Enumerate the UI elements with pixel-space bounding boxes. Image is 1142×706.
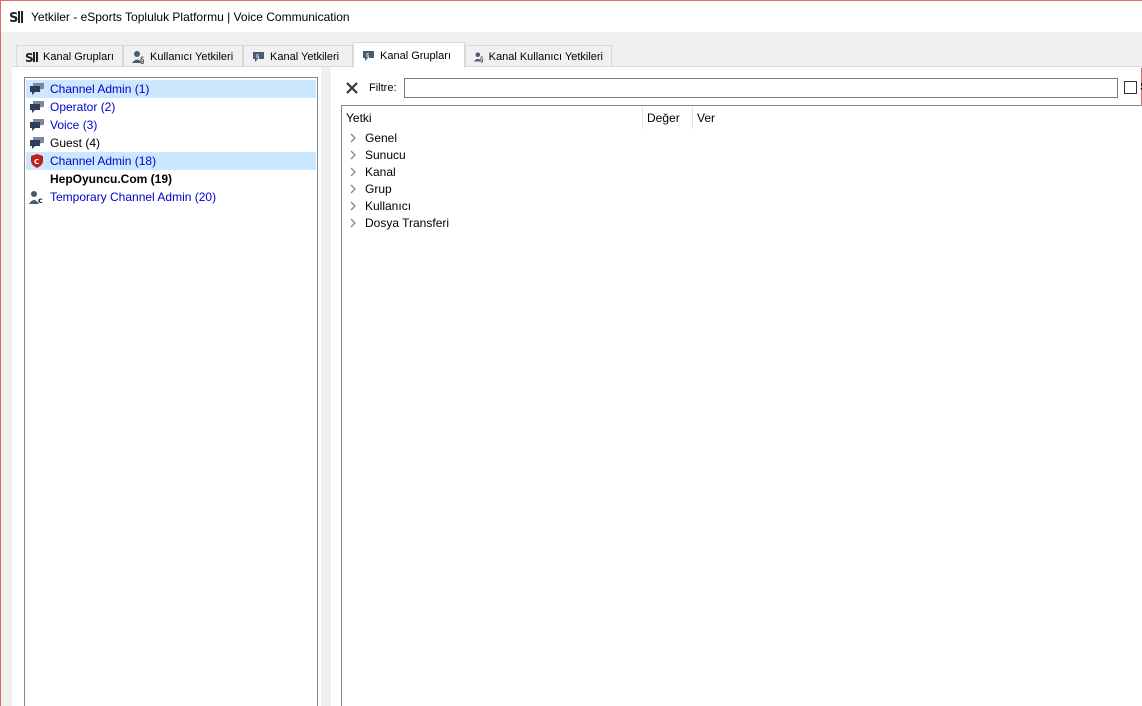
svg-text:§: § <box>480 55 484 63</box>
chat-bubbles-icon <box>30 101 44 113</box>
column-header-value[interactable]: Değer <box>643 106 693 129</box>
tab-server-groups[interactable]: S Kanal Grupları <box>16 45 123 67</box>
pane-splitter[interactable] <box>321 67 331 706</box>
tab-channel-client-permissions[interactable]: § Kanal Kullanıcı Yetkileri <box>465 45 612 67</box>
list-item[interactable]: C Channel Admin (18) <box>26 152 316 170</box>
permissions-app-icon: S <box>9 10 23 25</box>
tree-item[interactable]: Sunucu <box>342 146 742 163</box>
tab-label: Kullanıcı Yetkileri <box>150 50 234 63</box>
tab-channel-permissions[interactable]: § Kanal Yetkileri <box>243 45 353 67</box>
filter-label: Filtre: <box>369 82 397 94</box>
column-header-grant[interactable]: Ver <box>693 106 753 129</box>
chevron-right-icon[interactable] <box>348 218 358 228</box>
group-label: Guest (4) <box>50 136 101 150</box>
tab-channel-groups[interactable]: § Kanal Grupları <box>353 42 465 68</box>
tree-item[interactable]: Kullanıcı <box>342 197 742 214</box>
group-label: Channel Admin (18) <box>50 154 157 168</box>
list-item[interactable]: HepOyuncu.Com (19) <box>26 170 316 188</box>
permissions-window: S Yetkiler - eSports Topluluk Platformu … <box>0 0 1142 706</box>
svg-text:c: c <box>38 196 43 204</box>
column-header-permission[interactable]: Yetki <box>342 106 643 129</box>
group-label: Operator (2) <box>50 100 116 114</box>
empty-icon <box>29 172 45 186</box>
group-label: HepOyuncu.Com (19) <box>50 172 173 186</box>
group-label: Voice (3) <box>50 118 98 132</box>
chat-bubbles-icon <box>30 83 44 95</box>
tree-item[interactable]: Grup <box>342 180 742 197</box>
permission-tree[interactable]: Yetki Değer Ver Genel Sunucu Kanal Grup … <box>341 105 1142 706</box>
filter-input[interactable] <box>404 78 1118 98</box>
tab-label: Kanal Kullanıcı Yetkileri <box>488 50 603 63</box>
chevron-right-icon[interactable] <box>348 133 358 143</box>
window-title: Yetkiler - eSports Topluluk Platformu | … <box>31 9 350 24</box>
group-label: Channel Admin (1) <box>50 82 150 96</box>
title-bar: S Yetkiler - eSports Topluluk Platformu … <box>1 1 1142 32</box>
channel-group-list[interactable]: Channel Admin (1) Operator (2) Voice (3)… <box>24 77 318 706</box>
tree-item-label: Kullanıcı <box>365 198 412 213</box>
svg-text:§: § <box>256 53 260 61</box>
svg-text:S: S <box>25 51 34 64</box>
tree-item-label: Genel <box>365 130 398 145</box>
list-item[interactable]: c Temporary Channel Admin (20) <box>26 188 316 206</box>
tree-item-label: Grup <box>365 181 392 196</box>
list-item[interactable]: Guest (4) <box>26 134 316 152</box>
chevron-right-icon[interactable] <box>348 167 358 177</box>
chevron-right-icon[interactable] <box>348 201 358 211</box>
list-item[interactable]: Voice (3) <box>26 116 316 134</box>
tree-item-label: Kanal <box>365 164 396 179</box>
tree-item-label: Sunucu <box>365 147 406 162</box>
list-item[interactable]: Operator (2) <box>26 98 316 116</box>
svg-text:§: § <box>140 56 145 64</box>
svg-text:C: C <box>34 158 39 166</box>
chevron-right-icon[interactable] <box>348 184 358 194</box>
channel-group-icon: § <box>363 50 374 61</box>
channel-client-permissions-icon: § <box>474 51 484 63</box>
filter-checkbox[interactable] <box>1124 81 1137 94</box>
server-group-icon: S <box>25 51 38 64</box>
chat-bubbles-icon <box>30 119 44 131</box>
chat-bubbles-icon <box>30 137 44 149</box>
svg-text:§: § <box>366 52 370 60</box>
group-label: Temporary Channel Admin (20) <box>50 190 217 204</box>
channel-permissions-icon: § <box>253 51 264 62</box>
tree-item[interactable]: Dosya Transferi <box>342 214 742 231</box>
tab-user-permissions[interactable]: § Kullanıcı Yetkileri <box>123 45 243 67</box>
filter-bar: Filtre: S <box>341 77 1142 101</box>
svg-text:S: S <box>9 11 18 25</box>
chevron-right-icon[interactable] <box>348 150 358 160</box>
tab-label: Kanal Grupları <box>43 50 114 63</box>
tree-item[interactable]: Kanal <box>342 163 742 180</box>
red-shield-icon: C <box>31 154 43 168</box>
close-icon[interactable] <box>345 81 359 95</box>
tree-item-label: Dosya Transferi <box>365 215 450 230</box>
tree-item[interactable]: Genel <box>342 129 742 146</box>
user-c-icon: c <box>29 191 43 204</box>
user-permissions-icon: § <box>132 50 145 64</box>
tab-label: Kanal Yetkileri <box>270 50 340 63</box>
tab-label: Kanal Grupları <box>380 49 451 62</box>
list-item[interactable]: Channel Admin (1) <box>26 80 316 98</box>
